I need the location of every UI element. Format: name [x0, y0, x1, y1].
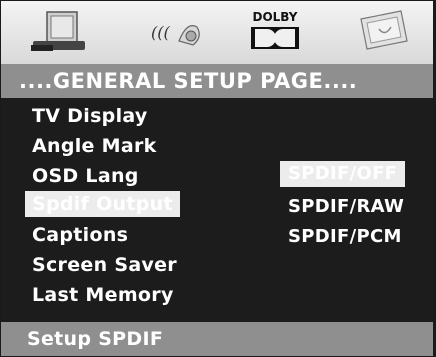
- general-setup-icon: [31, 11, 85, 51]
- menu-item-screen-saver[interactable]: Screen Saver: [25, 252, 184, 278]
- menu-item-angle-mark[interactable]: Angle Mark: [25, 133, 164, 159]
- dolby-label: DOLBY: [253, 10, 298, 24]
- dolby-logo-icon: DOLBY: [251, 10, 299, 49]
- menu-item-spdif-output[interactable]: Spdif Output: [25, 191, 180, 217]
- setup-menu-panel: TV Display Angle Mark OSD Lang Spdif Out…: [1, 98, 433, 322]
- option-spdif-raw[interactable]: SPDIF/RAW: [280, 194, 412, 220]
- speaker-audio-icon: (((: [151, 23, 200, 46]
- preference-icon: [360, 10, 408, 50]
- preference-setup-tab[interactable]: [353, 7, 413, 57]
- svg-text:(((: (((: [151, 23, 170, 42]
- option-spdif-off[interactable]: SPDIF/OFF: [280, 161, 406, 187]
- general-setup-tab[interactable]: [29, 7, 93, 57]
- status-hint: Setup SPDIF: [1, 322, 433, 356]
- dolby-setup-tab[interactable]: DOLBY: [245, 7, 305, 57]
- page-title: ....GENERAL SETUP PAGE....: [1, 64, 433, 98]
- menu-item-captions[interactable]: Captions: [25, 222, 135, 248]
- option-spdif-pcm[interactable]: SPDIF/PCM: [280, 224, 410, 250]
- menu-item-last-memory[interactable]: Last Memory: [25, 282, 181, 308]
- menu-item-osd-lang[interactable]: OSD Lang: [25, 163, 146, 189]
- menu-item-tv-display[interactable]: TV Display: [25, 103, 155, 129]
- audio-setup-tab[interactable]: (((: [149, 7, 205, 57]
- setup-tab-bar: ((( DOLBY: [1, 1, 433, 64]
